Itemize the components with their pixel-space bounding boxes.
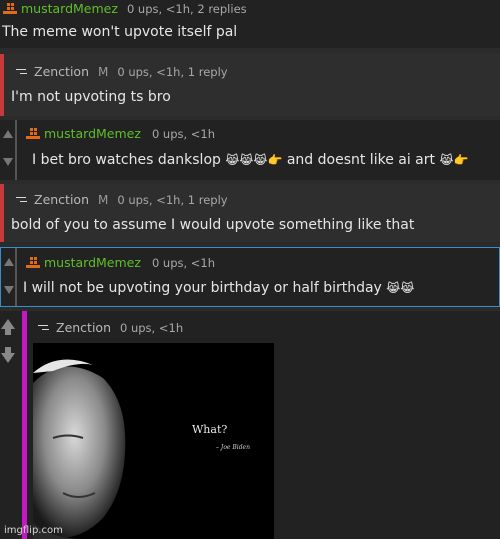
comment-meta: Zenction 0 ups, <1h [36,320,183,335]
comment-stats: 0 ups, <1h [151,255,216,270]
down-arrow-icon[interactable] [4,286,14,294]
comment-text: I will not be upvoting your birthday or … [23,280,414,296]
comment-2: Zenction M 0 ups, <1h, 1 reply I'm not u… [0,54,500,116]
comment-text: I'm not upvoting ts bro [11,89,171,105]
comment-stats: 0 ups, <1h [120,320,184,335]
dash-icon[interactable] [36,322,50,334]
comment-meta: mustardMemez 0 ups, <1h [25,126,215,141]
up-arrow-icon[interactable] [4,258,14,266]
username[interactable]: mustardMemez [44,255,141,270]
meme-caption: What? [192,423,228,436]
imgflip-watermark: imgflip.com [4,525,63,536]
mod-badge: M [98,192,109,207]
pointing-hand-emoji: 👉 [267,153,283,167]
pixel-face-icon[interactable] [25,256,41,270]
pixel-face-icon[interactable] [25,127,41,141]
comment-4: Zenction M 0 ups, <1h, 1 reply bold of y… [0,184,500,242]
comment-text: I bet bro watches dankslop 😹😹😹👉 and does… [32,152,468,168]
comment-stats: 0 ups, <1h, 1 reply [117,64,228,79]
laughing-cat-emoji: 😹😹 [386,281,415,295]
up-arrow-stem [5,329,11,335]
laughing-cat-emoji: 😹😹😹 [225,153,268,167]
mod-badge: M [98,64,109,79]
dash-icon[interactable] [14,194,28,206]
thread-bar [22,311,27,539]
username[interactable]: Zenction [34,64,89,79]
up-arrow-icon[interactable] [1,319,15,329]
dash-icon[interactable] [14,66,28,78]
laughing-cat-emoji: 😹 [439,153,454,167]
comment-stats: 0 ups, <1h, 2 replies [126,1,247,16]
comment-text: The meme won't upvote itself pal [2,24,238,40]
comment-meta: mustardMemez 0 ups, <1h [25,255,215,270]
vote-column [0,120,16,180]
username[interactable]: mustardMemez [21,1,118,16]
comment-3: mustardMemez 0 ups, <1h I bet bro watche… [0,120,500,180]
comment-5: mustardMemez 0 ups, <1h I will not be up… [0,247,500,307]
comment-meta: mustardMemez 0 ups, <1h, 2 replies [2,1,247,16]
down-arrow-icon[interactable] [1,353,15,363]
meme-image[interactable]: What? – Joe Biden [33,343,274,539]
pixel-face-icon[interactable] [2,2,18,16]
meme-attribution: – Joe Biden [216,444,250,451]
comment-stats: 0 ups, <1h [151,126,216,141]
comment-1: mustardMemez 0 ups, <1h, 2 replies The m… [0,0,500,48]
vote-column [0,311,16,539]
pointing-hand-emoji: 👉 [453,153,469,167]
down-arrow-icon[interactable] [3,158,13,166]
comment-text: bold of you to assume I would upvote som… [11,217,415,233]
up-arrow-icon[interactable] [3,130,13,138]
username[interactable]: mustardMemez [44,126,141,141]
thread-bar [0,184,4,242]
comment-stats: 0 ups, <1h, 1 reply [117,192,228,207]
comment-meta: Zenction M 0 ups, <1h, 1 reply [14,192,228,207]
comment-text-start: I bet bro watches dankslop [32,152,221,168]
comment-meta: Zenction M 0 ups, <1h, 1 reply [14,64,228,79]
comment-6: Zenction 0 ups, <1h What? – Joe Biden [0,311,500,539]
thread-bar [15,248,17,306]
username[interactable]: Zenction [34,192,89,207]
biden-portrait-image [33,343,274,539]
thread-bar [15,120,17,180]
comment-text-mid: and doesnt like ai art [286,152,435,168]
comment-text-start: I will not be upvoting your birthday or … [23,280,382,296]
username[interactable]: Zenction [56,320,111,335]
thread-bar [0,54,4,116]
